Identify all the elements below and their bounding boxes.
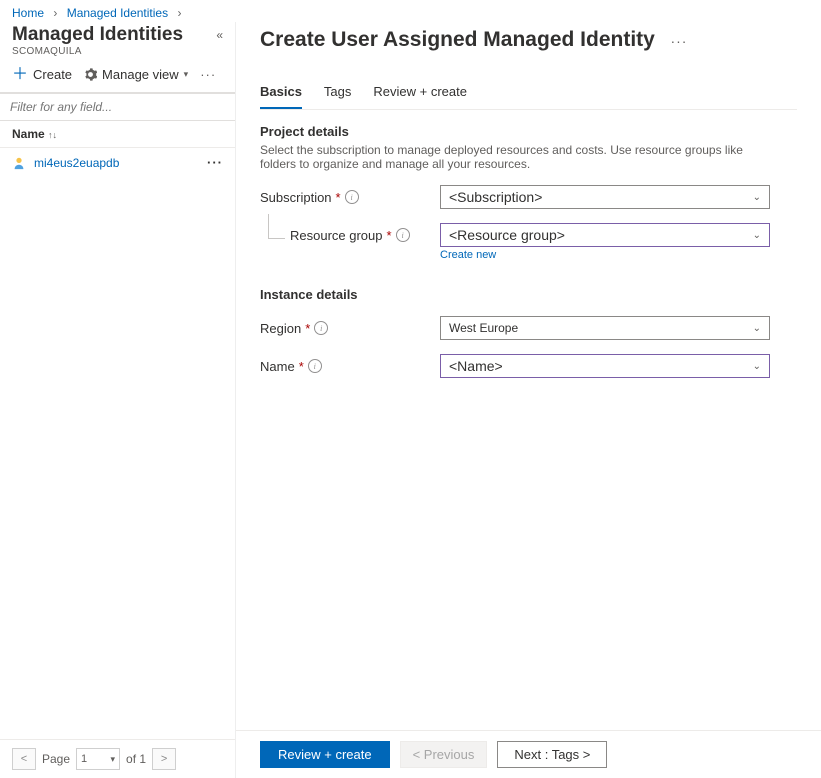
previous-button: < Previous (400, 741, 488, 768)
main-panel: Create User Assigned Managed Identity ··… (236, 22, 821, 778)
list-item-more-icon[interactable]: ··· (207, 155, 223, 170)
pager-current-page: 1 (81, 753, 87, 765)
info-icon[interactable]: i (396, 228, 410, 242)
list-item-name: mi4eus2euapdb (34, 156, 119, 170)
project-details-help: Select the subscription to manage deploy… (260, 143, 780, 171)
resource-group-label: Resource group * i (260, 228, 440, 243)
region-select[interactable]: West Europe ⌄ (440, 316, 770, 340)
create-button[interactable]: ＋ Create (12, 67, 72, 82)
pager-prev-button[interactable]: < (12, 748, 36, 770)
required-marker: * (336, 190, 341, 205)
subscription-label: Subscription * i (260, 190, 440, 205)
identity-list: mi4eus2euapdb ··· (0, 148, 235, 739)
required-marker: * (305, 321, 310, 336)
subscription-value: <Subscription> (449, 189, 542, 205)
next-button[interactable]: Next : Tags > (497, 741, 607, 768)
chevron-down-icon: ⌄ (753, 192, 761, 203)
header-name-text: Name (12, 127, 45, 141)
pager: < Page 1 ▾ of 1 > (0, 739, 235, 778)
collapse-sidebar-icon[interactable]: « (216, 28, 223, 42)
resource-group-value: <Resource group> (449, 227, 565, 243)
sidebar-title: Managed Identities (12, 24, 183, 46)
info-icon[interactable]: i (345, 190, 359, 204)
tab-tags[interactable]: Tags (324, 78, 351, 109)
region-label: Region * i (260, 321, 440, 336)
project-details-title: Project details (260, 124, 797, 139)
required-marker: * (299, 359, 304, 374)
info-icon[interactable]: i (314, 321, 328, 335)
pager-page-label: Page (42, 752, 70, 766)
info-icon[interactable]: i (308, 359, 322, 373)
chevron-down-icon: ▾ (111, 754, 116, 765)
toolbar-more-icon[interactable]: ··· (200, 67, 216, 82)
sort-icon: ↑↓ (48, 130, 57, 140)
pager-page-select[interactable]: 1 ▾ (76, 748, 120, 770)
breadcrumb-managed-identities[interactable]: Managed Identities (67, 6, 168, 20)
pager-next-button[interactable]: > (152, 748, 176, 770)
tab-basics[interactable]: Basics (260, 78, 302, 109)
sidebar-toolbar: ＋ Create Manage view ▾ ··· (12, 57, 223, 92)
sidebar: Managed Identities « SCOMAQUILA ＋ Create… (0, 22, 236, 778)
manage-view-button[interactable]: Manage view ▾ (84, 67, 188, 82)
required-marker: * (387, 228, 392, 243)
name-value: <Name> (449, 358, 503, 374)
create-new-resource-group-link[interactable]: Create new (440, 249, 797, 261)
breadcrumb-home[interactable]: Home (12, 6, 44, 20)
gear-icon (84, 68, 97, 81)
tab-review-create[interactable]: Review + create (373, 78, 467, 109)
name-input[interactable]: <Name> ⌄ (440, 354, 770, 378)
region-value: West Europe (449, 321, 518, 335)
wizard-footer: Review + create < Previous Next : Tags > (236, 730, 821, 778)
create-label: Create (33, 67, 72, 82)
breadcrumb-separator: › (53, 6, 57, 20)
plus-icon: ＋ (12, 68, 28, 82)
managed-identity-icon (12, 156, 26, 170)
tenant-name: SCOMAQUILA (12, 46, 223, 57)
chevron-down-icon: ▾ (184, 69, 189, 80)
name-label: Name * i (260, 359, 440, 374)
page-title: Create User Assigned Managed Identity (260, 28, 655, 52)
pager-of-label: of 1 (126, 752, 146, 766)
title-more-icon[interactable]: ··· (670, 33, 687, 49)
instance-details-title: Instance details (260, 287, 797, 302)
chevron-down-icon: ⌄ (753, 230, 761, 241)
list-item[interactable]: mi4eus2euapdb ··· (0, 148, 235, 177)
breadcrumb: Home › Managed Identities › (0, 0, 821, 22)
subscription-select[interactable]: <Subscription> ⌄ (440, 185, 770, 209)
list-header-name[interactable]: Name ↑↓ (0, 121, 235, 148)
chevron-down-icon: ⌄ (753, 323, 761, 334)
breadcrumb-separator: › (177, 6, 181, 20)
chevron-down-icon: ⌄ (753, 361, 761, 372)
tabs: Basics Tags Review + create (260, 78, 797, 110)
review-create-button[interactable]: Review + create (260, 741, 390, 768)
tree-line (268, 214, 285, 239)
manage-view-label: Manage view (102, 67, 179, 82)
resource-group-select[interactable]: <Resource group> ⌄ (440, 223, 770, 247)
filter-input[interactable] (0, 93, 235, 121)
